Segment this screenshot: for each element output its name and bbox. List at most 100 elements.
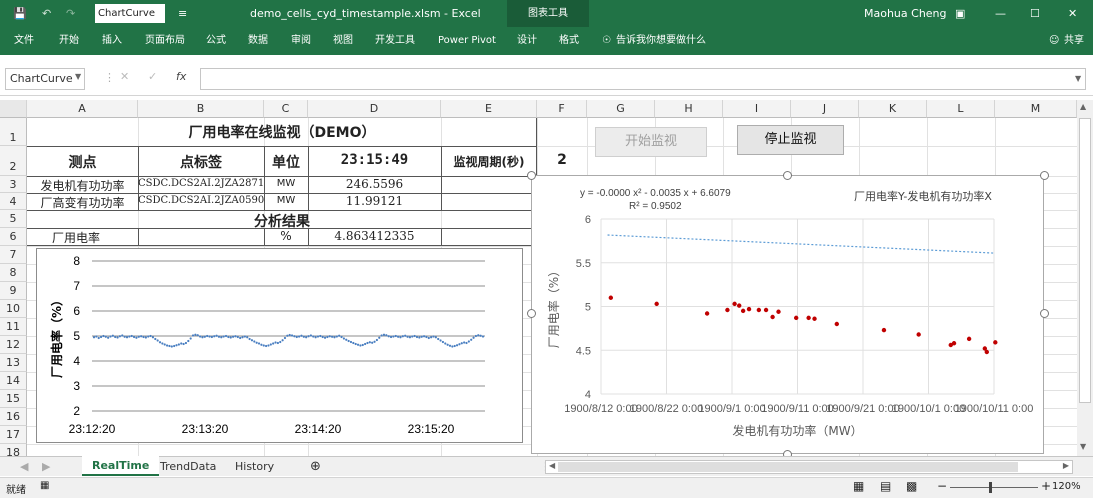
zoom-out-icon[interactable]: − bbox=[937, 479, 947, 493]
minimize-icon[interactable]: — bbox=[995, 0, 1006, 27]
enter-icon[interactable]: ✓ bbox=[148, 70, 157, 83]
scatter-chart[interactable]: 6 5.5 5 4.5 4 1900/8/12 0:00 1900/8/22 0:00 190… bbox=[531, 175, 1044, 454]
analysis-header[interactable]: 分析结果 bbox=[27, 211, 537, 231]
tab-power-pivot[interactable]: Power Pivot bbox=[436, 27, 498, 55]
row4-tag[interactable]: CSDC.DCS2AI.2JZA0590 bbox=[138, 195, 264, 206]
tab-data[interactable]: 数据 bbox=[246, 27, 270, 55]
col-header-d[interactable]: D bbox=[308, 100, 441, 118]
row-header-17[interactable]: 17 bbox=[0, 426, 27, 444]
zoom-slider-thumb[interactable] bbox=[989, 482, 992, 493]
tab-format[interactable]: 格式 bbox=[557, 27, 581, 55]
col-header-e[interactable]: E bbox=[441, 100, 537, 118]
save-icon[interactable]: 💾 bbox=[13, 0, 27, 27]
customize-qat-icon[interactable]: ≡ bbox=[178, 0, 187, 27]
zoom-level[interactable]: 120% bbox=[1052, 481, 1081, 492]
row6-unit[interactable]: % bbox=[264, 229, 308, 243]
row4-unit[interactable]: MW bbox=[264, 195, 308, 206]
scroll-thumb[interactable] bbox=[1079, 118, 1091, 403]
zoom-in-icon[interactable]: + bbox=[1041, 479, 1051, 493]
tab-design[interactable]: 设计 bbox=[515, 27, 539, 55]
add-sheet-icon[interactable]: ⊕ bbox=[300, 457, 331, 476]
row-header-14[interactable]: 14 bbox=[0, 372, 27, 390]
row-header-12[interactable]: 12 bbox=[0, 336, 27, 354]
row-header-15[interactable]: 15 bbox=[0, 390, 27, 408]
sheet-title[interactable]: 厂用电率在线监视（DEMO） bbox=[27, 122, 537, 142]
ribbon-display-icon[interactable]: ▣ bbox=[955, 0, 965, 27]
col-header-i[interactable]: I bbox=[723, 100, 791, 118]
col-header-j[interactable]: J bbox=[791, 100, 859, 118]
row-header-2[interactable]: 2 bbox=[0, 146, 27, 176]
undo-icon[interactable]: ↶ bbox=[42, 0, 51, 27]
row3-value[interactable]: 246.5596 bbox=[308, 177, 441, 191]
header-time[interactable]: 23:15:49 bbox=[308, 152, 441, 168]
row3-name[interactable]: 发电机有功功率 bbox=[27, 177, 138, 194]
period-value[interactable]: 2 bbox=[537, 152, 587, 168]
tab-formulas[interactable]: 公式 bbox=[204, 27, 228, 55]
vertical-scrollbar[interactable]: ▲ ▼ bbox=[1077, 100, 1093, 456]
name-box-dropdown-icon[interactable]: ▼ bbox=[75, 72, 81, 81]
share-icon[interactable]: ☺ bbox=[1047, 27, 1061, 55]
col-header-b[interactable]: B bbox=[138, 100, 264, 118]
quick-namebox[interactable]: ChartCurve bbox=[95, 4, 165, 23]
scroll-left-icon[interactable]: ◀ bbox=[549, 461, 555, 470]
row-header-3[interactable]: 3 bbox=[0, 176, 27, 193]
tab-file[interactable]: 文件 bbox=[12, 27, 36, 55]
row-header-4[interactable]: 4 bbox=[0, 193, 27, 210]
col-header-l[interactable]: L bbox=[927, 100, 995, 118]
tab-insert[interactable]: 插入 bbox=[100, 27, 124, 55]
row-header-16[interactable]: 16 bbox=[0, 408, 27, 426]
resize-handle[interactable] bbox=[1040, 309, 1049, 318]
header-point[interactable]: 测点 bbox=[27, 152, 138, 172]
row6-value[interactable]: 4.863412335 bbox=[308, 229, 441, 243]
tab-home[interactable]: 开始 bbox=[57, 27, 81, 55]
trend-chart[interactable]: 8 7 6 5 4 3 2 23:12:20 23:13:20 23:14:20 23:15:20 厂… bbox=[36, 248, 523, 443]
page-layout-view-icon[interactable]: ▤ bbox=[880, 479, 891, 493]
worksheet[interactable]: A B C D E F G H I J K L M 1 2 3 4 5 6 7 … bbox=[0, 100, 1077, 456]
col-header-g[interactable]: G bbox=[587, 100, 655, 118]
redo-icon[interactable]: ↷ bbox=[66, 0, 75, 27]
row-header-8[interactable]: 8 bbox=[0, 264, 27, 282]
macro-record-icon[interactable]: ▦ bbox=[40, 480, 49, 491]
sheet-tab-realtime[interactable]: RealTime bbox=[82, 456, 160, 476]
tab-view[interactable]: 视图 bbox=[331, 27, 355, 55]
row-header-9[interactable]: 9 bbox=[0, 282, 27, 300]
maximize-icon[interactable]: ☐ bbox=[1030, 0, 1040, 27]
row6-name[interactable]: 厂用电率 bbox=[52, 229, 100, 246]
col-header-a[interactable]: A bbox=[27, 100, 138, 118]
user-name[interactable]: Maohua Cheng bbox=[864, 0, 947, 27]
sheet-tab-trenddata[interactable]: TrendData bbox=[150, 457, 226, 476]
page-break-view-icon[interactable]: ▩ bbox=[906, 479, 917, 493]
scroll-down-icon[interactable]: ▼ bbox=[1080, 442, 1086, 451]
resize-handle[interactable] bbox=[1040, 171, 1049, 180]
row-header-6[interactable]: 6 bbox=[0, 228, 27, 246]
col-header-m[interactable]: M bbox=[995, 100, 1077, 118]
col-header-k[interactable]: K bbox=[859, 100, 927, 118]
share-button[interactable]: 共享 bbox=[1062, 27, 1086, 55]
tab-page-layout[interactable]: 页面布局 bbox=[143, 27, 187, 55]
header-tag[interactable]: 点标签 bbox=[138, 152, 264, 172]
h-scroll-thumb[interactable] bbox=[558, 462, 1018, 472]
stop-monitor-button[interactable]: 停止监视 bbox=[737, 125, 844, 155]
select-all[interactable] bbox=[0, 100, 27, 118]
row-header-5[interactable]: 5 bbox=[0, 210, 27, 228]
row-header-13[interactable]: 13 bbox=[0, 354, 27, 372]
row4-name[interactable]: 厂高变有功功率 bbox=[27, 194, 138, 211]
scroll-right-icon[interactable]: ▶ bbox=[1063, 461, 1069, 470]
horizontal-scrollbar[interactable]: ◀ ▶ bbox=[545, 460, 1073, 474]
close-icon[interactable]: ✕ bbox=[1068, 0, 1077, 27]
row-header-10[interactable]: 10 bbox=[0, 300, 27, 318]
resize-handle[interactable] bbox=[527, 309, 536, 318]
col-header-c[interactable]: C bbox=[264, 100, 308, 118]
tab-developer[interactable]: 开发工具 bbox=[373, 27, 417, 55]
scroll-up-icon[interactable]: ▲ bbox=[1080, 102, 1086, 111]
row-header-1[interactable]: 1 bbox=[0, 118, 27, 146]
name-box[interactable]: ChartCurve bbox=[5, 68, 85, 90]
start-monitor-button[interactable]: 开始监视 bbox=[595, 127, 707, 157]
expand-formula-icon[interactable]: ▼ bbox=[1075, 74, 1081, 83]
sheet-tab-history[interactable]: History bbox=[225, 457, 284, 476]
next-sheet-icon[interactable]: ▶ bbox=[32, 457, 60, 476]
row3-unit[interactable]: MW bbox=[264, 178, 308, 189]
normal-view-icon[interactable]: ▦ bbox=[853, 479, 864, 493]
formula-input[interactable] bbox=[200, 68, 1086, 90]
tab-review[interactable]: 审阅 bbox=[289, 27, 313, 55]
